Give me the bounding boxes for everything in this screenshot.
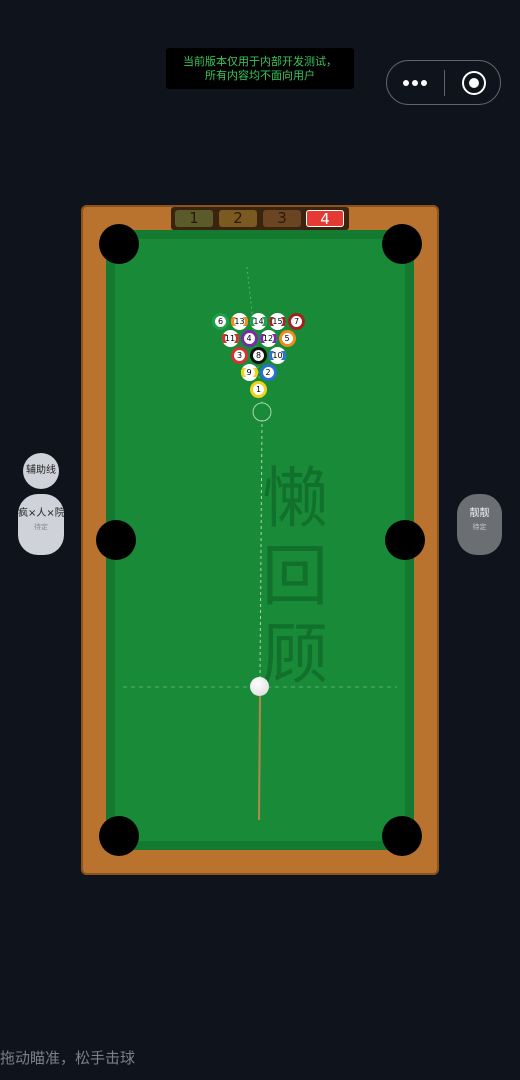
aux-line-label: 辅助线 [26, 465, 56, 476]
shot-slot-3: 3 [263, 210, 301, 227]
ball-number: 2 [262, 367, 274, 378]
ball-5: 5 [278, 330, 296, 347]
pocket-middle-right [385, 520, 425, 560]
ball-number: 11 [224, 333, 236, 344]
ball-number: 14 [253, 316, 264, 327]
ball-number: 15 [272, 316, 283, 327]
watermark-char: 回 [262, 538, 328, 615]
ball-11: 11 [221, 330, 239, 347]
ball-9: 9 [240, 364, 258, 381]
ball-3: 3 [231, 347, 248, 364]
player-right-status: 待定 [472, 523, 487, 531]
ball-number: 9 [243, 367, 255, 378]
watermark-char: 懒 [262, 460, 328, 537]
dev-notice-line1: 当前版本仅用于内部开发测试， [183, 54, 337, 68]
pocket-bottom-right [382, 816, 422, 856]
ball-number: 13 [234, 316, 245, 327]
ball-number: 7 [291, 316, 302, 327]
dev-notice-line2: 所有内容均不面向用户 [205, 68, 315, 82]
shot-slot-4-active: 4 [306, 210, 344, 228]
ball-number: 6 [215, 316, 226, 327]
pool-table: 懒 回 顾 1 2 3 4 6 13 14 15 7 11 4 12 5 3 8 10 9 2 1 [81, 205, 439, 875]
ball-13: 13 [231, 313, 248, 330]
ball-number: 8 [253, 350, 264, 361]
ball-7: 7 [288, 313, 305, 330]
ball-14: 14 [250, 313, 267, 330]
table-watermark: 懒 回 顾 [245, 460, 345, 694]
ball-number: 4 [243, 333, 255, 344]
shot-slot-2: 2 [219, 210, 257, 227]
ball-number: 10 [272, 350, 283, 361]
dev-notice-banner: 当前版本仅用于内部开发测试， 所有内容均不面向用户 [166, 48, 354, 89]
shot-slot-1: 1 [175, 210, 213, 227]
aux-line-toggle[interactable]: 辅助线 [23, 453, 59, 489]
pocket-top-right [382, 224, 422, 264]
ball-number: 3 [234, 350, 245, 361]
more-dots-icon[interactable] [403, 80, 427, 86]
player-left-status: 待定 [34, 523, 48, 531]
ball-12: 12 [259, 330, 277, 347]
ball-number: 12 [262, 333, 274, 344]
target-circle-icon[interactable] [462, 71, 486, 95]
ball-10: 10 [269, 347, 286, 364]
cue-ball[interactable] [250, 677, 269, 696]
ball-6: 6 [212, 313, 229, 330]
pocket-top-left [99, 224, 139, 264]
player-right-card: 靓靓 待定 [457, 494, 502, 555]
instruction-hint: 拖动瞄准，松手击球 [0, 1049, 136, 1067]
ball-15: 15 [269, 313, 286, 330]
player-left-card: 疯×人×院 待定 [18, 494, 64, 555]
miniprogram-capsule [386, 60, 501, 105]
player-left-name: 疯×人×院 [18, 508, 64, 519]
ball-number: 1 [253, 384, 264, 395]
ball-8: 8 [250, 347, 267, 364]
pocket-middle-left [96, 520, 136, 560]
ball-2: 2 [259, 364, 277, 381]
capsule-divider [444, 70, 445, 96]
ball-4: 4 [240, 330, 258, 347]
player-right-name: 靓靓 [469, 508, 490, 519]
pocket-bottom-left [99, 816, 139, 856]
ball-1: 1 [250, 381, 267, 398]
ball-number: 5 [281, 333, 293, 344]
shot-counter: 1 2 3 4 [171, 207, 349, 230]
